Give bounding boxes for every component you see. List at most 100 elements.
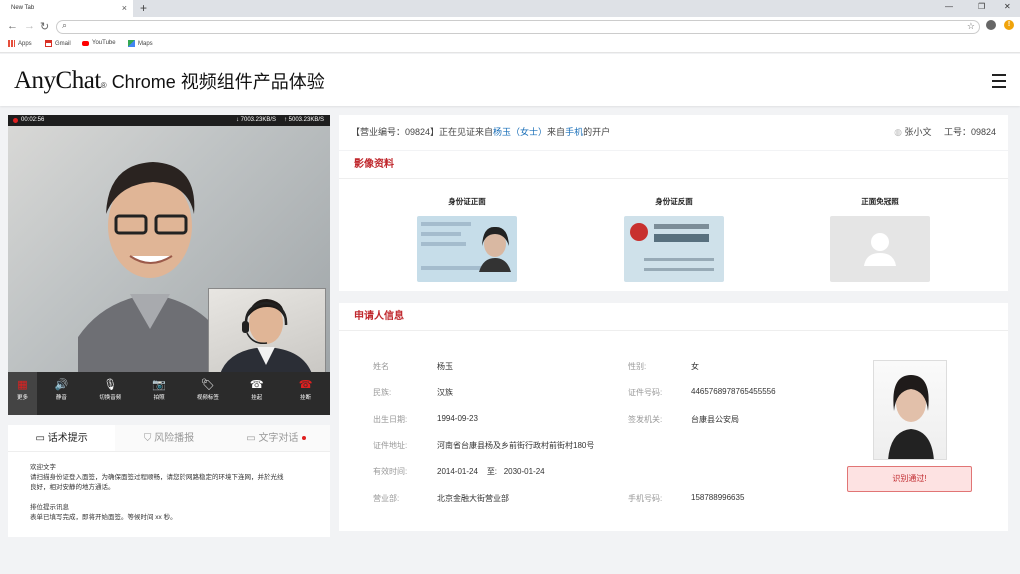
apps-grid-icon [8,40,15,47]
profile-avatar-icon[interactable] [986,20,996,30]
reload-icon[interactable]: ↻ [40,20,49,33]
images-section-title: 影像资料 [339,151,1008,179]
download-rate: ↓ 7003.23KB/S [236,117,277,123]
hold-button[interactable]: ☎ 挂起 [232,372,281,415]
youtube-icon [82,40,89,46]
local-video-pip [208,288,326,376]
agent-person-image [219,299,313,375]
customer-device: 手机 [565,127,584,137]
script-spacer [30,493,330,503]
phone-hold-icon: ☎ [249,379,264,391]
hangup-icon: ☎ [298,379,313,391]
tab-close-icon[interactable]: × [122,3,127,13]
agent-name: 张小文 [904,127,932,137]
unread-dot [302,436,307,441]
applicant-person-image [888,375,934,459]
session-suffix: 的开户 [583,127,611,137]
validity-value: 2014-01-24 至: 2030-01-24 [437,467,545,476]
id-back-image[interactable] [624,216,724,282]
tab-text-chat[interactable]: ▭ 文字对话 [222,425,330,451]
brand-subtitle: Chrome 视频组件产品体验 [111,72,325,92]
agent-id: 工号：09824 [943,127,996,137]
gender-value: 女 [691,362,699,371]
id-back-card[interactable]: 身份证反面 [624,196,724,284]
registered-mark: ® [100,81,107,90]
back-icon[interactable]: ← [7,20,18,32]
agent-avatar-icon: ◍ [894,127,905,137]
hangup-button[interactable]: ☎ 挂断 [281,372,330,415]
id-front-image[interactable] [417,216,517,282]
bookmark-apps[interactable]: Apps [8,40,32,47]
grid-more-icon: ▦ [17,379,28,391]
tab-script-hints[interactable]: ▭ 话术提示 [8,425,116,451]
maps-icon [128,40,135,47]
brand-logo: AnyChat [14,67,101,94]
customer-name: 杨玉（女士） [493,127,548,137]
issuer-value: 台康县公安局 [691,415,739,424]
menu-icon[interactable] [992,74,1006,92]
address-label: 证件地址: [373,441,408,450]
validity-label: 有效时间: [373,467,408,476]
verification-passed-button[interactable]: 识别通过! [847,466,972,492]
forward-icon[interactable]: → [24,20,35,32]
camera-icon: 📷 [152,379,166,391]
bookmark-star-icon[interactable]: ☆ [967,21,975,32]
bookmark-gmail[interactable]: Gmail [45,40,71,47]
id-back-label: 身份证反面 [655,197,693,206]
session-mid: 来自 [547,127,566,137]
call-timer: 00:02:56 [21,117,45,123]
bookmark-youtube[interactable]: YouTube [82,40,116,46]
name-label: 姓名 [373,362,389,371]
ethnicity-label: 民族: [373,388,392,397]
branch-value: 北京金融大街营业部 [437,494,509,503]
brand: AnyChat ® Chrome 视频组件产品体验 [14,67,325,95]
portrait-label: 正面免冠照 [861,197,899,206]
id-front-card[interactable]: 身份证正面 [417,196,517,284]
mic-switch-icon: 🎙 [103,379,118,391]
customer-person-image [78,162,228,380]
address-bar[interactable]: ⌕ ☆ [56,20,980,34]
photo-button[interactable]: 📷 拍照 [135,372,184,415]
placeholder-person-icon[interactable] [830,216,930,282]
address-value: 河南省台康县杨及乡前街行政村前街村180号 [437,441,595,450]
id-number-label: 证件号码: [628,388,663,397]
images-section: 影像资料 身份证正面 身份证反面 正面免冠照 [339,151,1008,291]
tab-title: New Tab [11,5,35,11]
tag-icon: 🏷 [200,379,215,391]
upload-rate: ↑ 5003.23KB/S [284,117,325,123]
video-controls: ▦ 更多 🔊 静音 🎙 切换音频 📷 拍照 🏷 视频标签 ☎ 挂起 ☎ 挂断 [8,372,330,415]
recording-icon [13,118,18,123]
applicant-section: 申请人信息 姓名 杨玉 民族: 汉族 出生日期: 1994-09-23 证件地址… [339,303,1008,531]
remote-video [8,126,330,380]
bookmark-maps[interactable]: Maps [128,40,153,47]
ethnicity-value: 汉族 [437,388,453,397]
more-button[interactable]: ▦ 更多 [8,372,37,415]
new-tab-button[interactable]: + [140,1,147,15]
script-panel: ▭ 话术提示 ⛉ 风险播报 ▭ 文字对话 欢迎文字 请扫描身份证登入面签，为确保… [8,425,330,537]
search-icon: ⌕ [62,20,68,30]
bookmarks-bar: Apps Gmail YouTube Maps [0,37,1020,53]
minimize-icon[interactable]: — [945,2,953,11]
script-content: 欢迎文字 请扫描身份证登入面签，为确保面签过程顺畅，请您於网路稳定的环境下连网，… [8,452,330,523]
session-info-bar: 【营业编号：09824】正在见证来自杨玉（女士）来自手机的开户 ◍ 张小文 工号… [339,115,1008,150]
script-line: 表单已填写完成，即将开始面签。等候时间 xx 秒。 [30,514,177,521]
video-tag-button[interactable]: 🏷 视频标签 [183,372,232,415]
gmail-icon [45,40,52,47]
shield-icon: ⛉ [143,433,155,444]
applicant-photo [873,360,947,460]
tab-new-tab[interactable]: New Tab × [0,0,133,17]
update-warning-icon[interactable]: ! [1004,20,1014,30]
mute-button[interactable]: 🔊 静音 [37,372,86,415]
switch-audio-button[interactable]: 🎙 切换音频 [86,372,135,415]
name-value: 杨玉 [437,362,453,371]
close-window-icon[interactable]: ✕ [1004,2,1011,11]
tab-risk-alerts[interactable]: ⛉ 风险播报 [115,425,223,451]
script-line: 良好，相对安静的地方通话。 [30,484,115,491]
script-line: 请扫描身份证登入面签，为确保面签过程顺畅，请您於网路稳定的环境下连网，并於光线 [30,474,284,481]
restore-icon[interactable]: ❐ [978,2,985,11]
browser-toolbar: ← → ↻ ⌕ ☆ [0,17,1020,37]
app-header: AnyChat ® Chrome 视频组件产品体验 [0,54,1020,106]
portrait-card[interactable]: 正面免冠照 [830,196,930,284]
script-line: 排位提示讯息 [30,504,69,511]
video-panel: 00:02:56 ↓ 7003.23KB/S ↑ 5003.23KB/S ▦ 更… [8,115,330,415]
